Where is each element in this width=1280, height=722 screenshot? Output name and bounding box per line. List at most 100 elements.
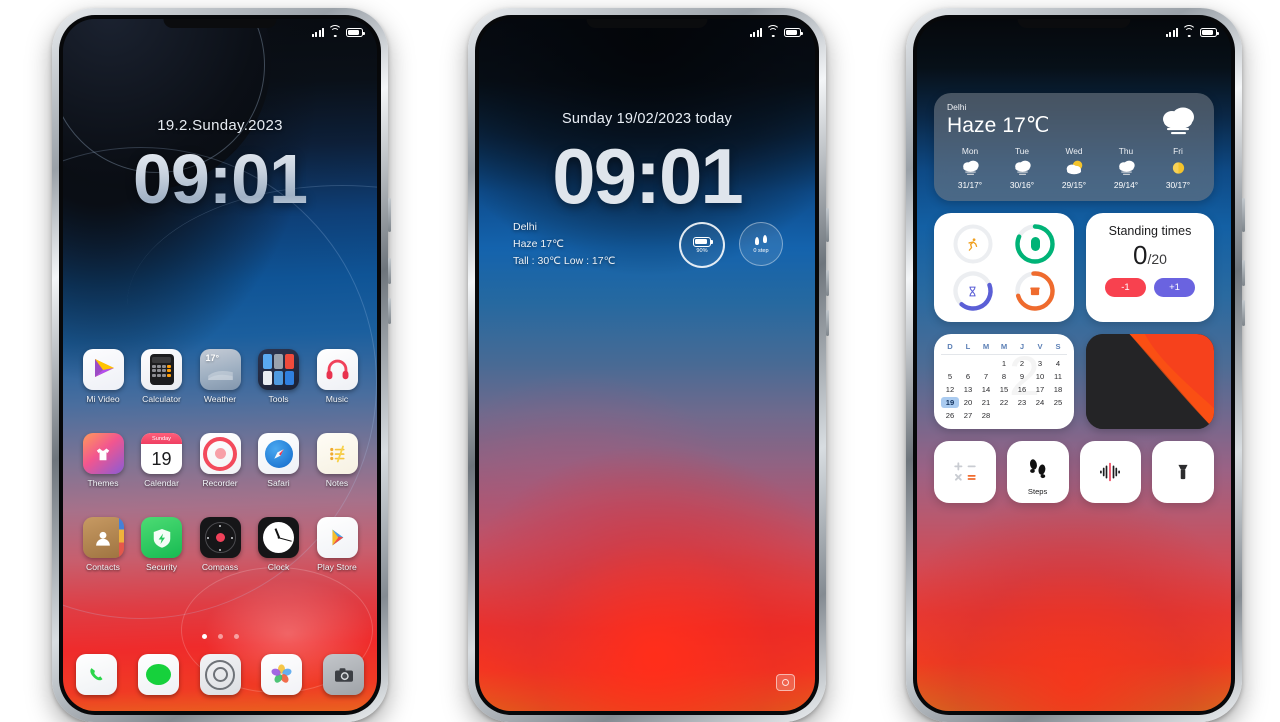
app-play-store[interactable]: Play Store [310, 517, 364, 572]
volume-down-button[interactable] [1242, 300, 1245, 326]
app-label: Music [325, 394, 349, 404]
calendar-day[interactable]: 21 [977, 397, 995, 408]
settings-gear-icon[interactable] [199, 654, 241, 695]
power-button[interactable] [826, 208, 829, 242]
app-clock[interactable]: Clock [252, 517, 306, 572]
calendar-day[interactable]: 8 [995, 371, 1013, 382]
calendar-grid[interactable]: 1 2 3 4 5 6 7 8 9 10 11 12 13 14 15 16 17 18 19 20 21 22 23 24 2… [941, 358, 1067, 421]
decrement-button[interactable]: -1 [1105, 278, 1146, 297]
calendar-day[interactable]: 24 [1031, 397, 1049, 408]
play-store-icon [316, 517, 358, 558]
camera-icon[interactable] [776, 674, 795, 691]
calendar-day[interactable]: 28 [977, 410, 995, 421]
move-ring [952, 223, 994, 265]
calendar-day[interactable]: 26 [941, 410, 959, 421]
increment-button[interactable]: +1 [1154, 278, 1195, 297]
app-calculator[interactable]: Calculator [135, 349, 189, 404]
calendar-day[interactable]: 13 [959, 384, 977, 395]
calendar-day[interactable]: 1 [995, 358, 1013, 369]
calendar-day[interactable]: 20 [959, 397, 977, 408]
calendar-day[interactable]: 15 [995, 384, 1013, 395]
app-notes[interactable]: Notes [310, 433, 364, 488]
calendar-day[interactable]: 11 [1049, 371, 1067, 382]
battery-icon [1200, 28, 1219, 37]
app-security[interactable]: Security [135, 517, 189, 572]
calendar-day[interactable]: 22 [995, 397, 1013, 408]
flashlight-shortcut[interactable] [1152, 441, 1214, 503]
safari-compass-icon [258, 433, 299, 474]
notch [586, 19, 708, 28]
page-dot-2[interactable] [217, 634, 223, 639]
calculator-symbols-icon [954, 462, 976, 481]
widget-row-3: 2 D L M M J V S 123456789101112131415161… [934, 334, 1214, 429]
app-safari[interactable]: Safari [252, 433, 306, 488]
calendar-day[interactable]: 7 [977, 371, 995, 382]
app-music[interactable]: Music [310, 349, 364, 404]
calendar-widget[interactable]: 2 D L M M J V S 123456789101112131415161… [934, 334, 1074, 429]
calendar-day[interactable]: 27 [959, 410, 977, 421]
calendar-day[interactable]: 3 [1031, 358, 1049, 369]
volume-up-button[interactable] [1242, 260, 1245, 286]
forecast-row: Mon 31/17° Tue 30/16° Wed 29/15° Thu 29/… [947, 146, 1201, 190]
phone-handset-icon[interactable] [76, 654, 117, 695]
app-label: Recorder [202, 478, 238, 488]
volume-up-button[interactable] [388, 258, 391, 284]
voice-waveform-icon [1100, 462, 1121, 482]
calendar-day[interactable]: 16 [1013, 384, 1031, 395]
power-button[interactable] [388, 198, 391, 232]
forecast-temps: 29/14° [1113, 180, 1139, 190]
calendar-day-today[interactable]: 19 [941, 397, 959, 408]
battery-percent: 90% [696, 247, 708, 254]
voice-recorder-shortcut[interactable] [1079, 441, 1142, 503]
volume-down-button[interactable] [826, 310, 829, 336]
calendar-day[interactable]: 5 [941, 371, 959, 382]
forecast-temps: 30/16° [1009, 180, 1035, 190]
calendar-day[interactable]: 25 [1049, 397, 1067, 408]
calendar-day[interactable]: 12 [941, 384, 959, 395]
app-calendar[interactable]: Sunday 19 Calendar [135, 433, 189, 488]
app-recorder[interactable]: Recorder [193, 433, 247, 488]
forecast-day-label: Wed [1065, 146, 1083, 156]
app-compass[interactable]: Compass [193, 517, 247, 572]
widget-screen-phone: Delhi Haze 17℃ Mon 31/17° Tue 30/16° Wed… [906, 8, 1245, 722]
forecast-day-label: Mon [961, 146, 979, 156]
calendar-day[interactable]: 23 [1013, 397, 1031, 408]
calendar-day[interactable]: 10 [1031, 371, 1049, 382]
page-indicator[interactable] [63, 634, 377, 639]
calendar-blank [977, 358, 995, 369]
app-themes[interactable]: Themes [76, 433, 130, 488]
power-button[interactable] [1242, 198, 1245, 232]
camera-icon[interactable] [323, 654, 364, 695]
calculator-shortcut[interactable] [934, 441, 996, 503]
messages-bubble-icon[interactable] [137, 654, 179, 695]
calendar-day[interactable]: 17 [1031, 384, 1049, 395]
volume-up-button[interactable] [826, 270, 829, 296]
app-contacts[interactable]: Contacts [76, 517, 130, 572]
page-dot-1[interactable] [201, 634, 207, 639]
forecast-day-label: Fri [1173, 146, 1183, 156]
app-tools-folder[interactable]: Tools [252, 349, 306, 404]
calendar-day[interactable]: 2 [1013, 358, 1031, 369]
weather-widget[interactable]: Delhi Haze 17℃ Mon 31/17° Tue 30/16° Wed… [934, 93, 1214, 201]
forecast-day: Mon 31/17° [947, 146, 993, 190]
page-dot-3[interactable] [233, 634, 239, 639]
volume-down-button[interactable] [388, 298, 391, 324]
app-weather[interactable]: 17° Weather [193, 349, 247, 404]
standing-buttons: -1 +1 [1105, 278, 1195, 297]
calendar-day[interactable]: 9 [1013, 371, 1031, 382]
battery-widget[interactable]: 90% [679, 222, 725, 268]
app-label: Weather [203, 394, 237, 404]
photos-flower-icon[interactable] [261, 654, 303, 695]
calendar-day[interactable]: 14 [977, 384, 995, 395]
abstract-dark-orange-widget[interactable] [1086, 334, 1214, 429]
steps-shortcut[interactable]: Steps [1006, 441, 1069, 503]
standing-times-widget[interactable]: Standing times 0/20 -1 +1 [1086, 213, 1214, 322]
calendar-day[interactable]: 6 [959, 371, 977, 382]
forecast-day: Wed 29/15° [1051, 146, 1097, 190]
calendar-day[interactable]: 4 [1049, 358, 1067, 369]
clock-icon [258, 517, 299, 558]
calendar-day[interactable]: 18 [1049, 384, 1067, 395]
activity-rings-widget[interactable] [934, 213, 1074, 322]
app-mi-video[interactable]: Mi Video [76, 349, 130, 404]
steps-widget[interactable]: 0 step [739, 222, 783, 266]
